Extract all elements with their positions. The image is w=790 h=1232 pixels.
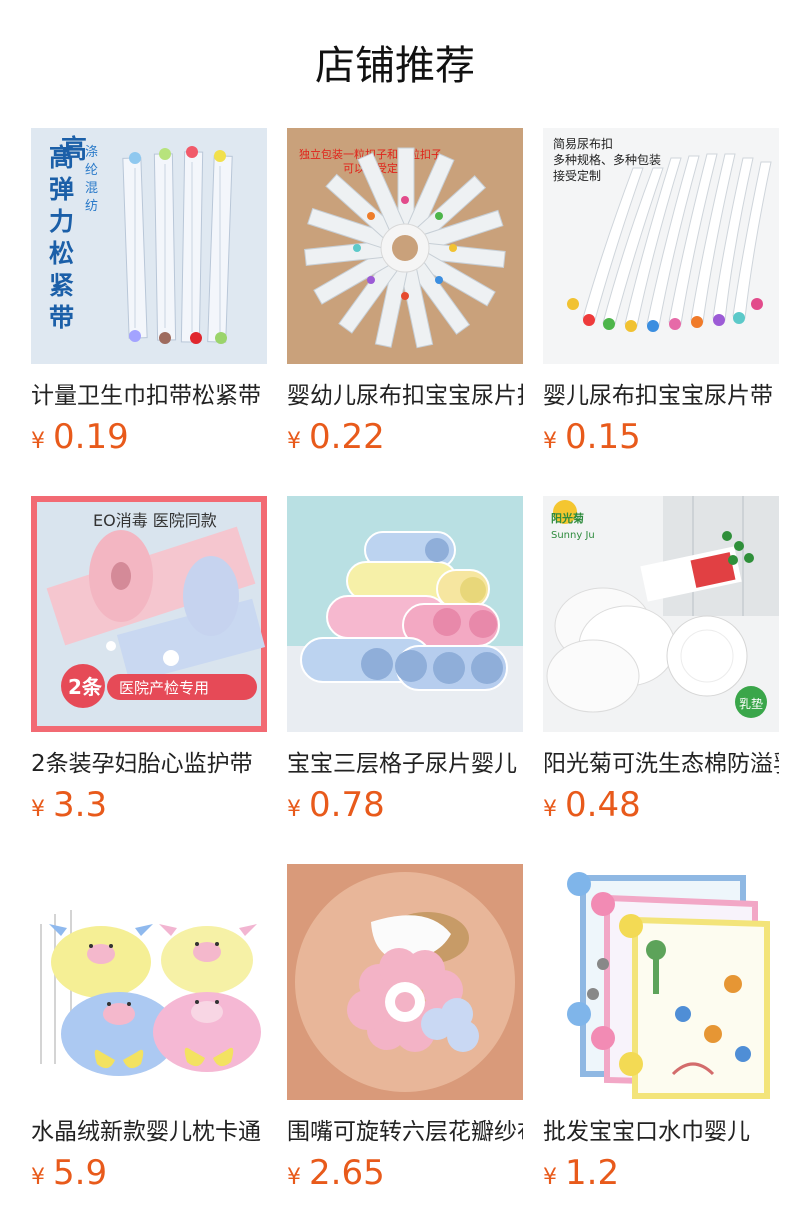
product-name[interactable]: 围嘴可旋转六层花瓣纱布 xyxy=(287,1116,523,1148)
product-card[interactable]: 水晶绒新款婴儿枕卡通 ¥5.9 xyxy=(31,864,267,1194)
price-value: 2.65 xyxy=(309,1153,385,1193)
price-value: 5.9 xyxy=(53,1153,108,1193)
fetal-monitor-belt-image[interactable]: EO消毒 医院同款 2条 医院产检专用 xyxy=(31,496,267,732)
svg-text:EO消毒 医院同款: EO消毒 医院同款 xyxy=(93,511,217,530)
product-price: ¥5.9 xyxy=(31,1152,107,1194)
product-card[interactable]: 阳光菊 Sunny Ju 乳垫 阳光菊可洗生态棉防溢乳垫 ¥0.48 xyxy=(543,496,779,826)
product-price: ¥0.19 xyxy=(31,416,129,458)
diaper-straps-hanging-image[interactable]: 简易尿布扣 多种规格、多种包装 接受定制 xyxy=(543,128,779,364)
product-price: ¥0.48 xyxy=(543,784,641,826)
svg-text:阳光菊: 阳光菊 xyxy=(551,511,584,525)
currency-symbol: ¥ xyxy=(31,1165,45,1190)
currency-symbol: ¥ xyxy=(287,1165,301,1190)
svg-text:混: 混 xyxy=(85,181,98,196)
product-price: ¥1.2 xyxy=(543,1152,619,1194)
product-name[interactable]: 阳光菊可洗生态棉防溢乳垫 xyxy=(543,748,779,780)
product-name[interactable]: 婴儿尿布扣宝宝尿片带 xyxy=(543,380,779,412)
product-card[interactable]: EO消毒 医院同款 2条 医院产检专用 2条装孕妇胎心监护带 ¥3.3 xyxy=(31,496,267,826)
currency-symbol: ¥ xyxy=(31,797,45,822)
price-value: 0.15 xyxy=(565,417,641,457)
svg-text:弹: 弹 xyxy=(49,175,74,204)
product-name[interactable]: 婴幼儿尿布扣宝宝尿片扣 xyxy=(287,380,523,412)
product-card[interactable]: 高 高弹力松紧带 涤纶混纺 计量卫生巾扣带松紧带 ¥ 0.19 xyxy=(31,128,267,458)
page-title: 店铺推荐 xyxy=(315,43,475,89)
product-price: ¥2.65 xyxy=(287,1152,385,1194)
bibs-stack-image[interactable] xyxy=(543,864,779,1100)
product-name[interactable]: 2条装孕妇胎心监护带 xyxy=(31,748,267,780)
product-card[interactable]: 简易尿布扣 多种规格、多种包装 接受定制 婴儿尿布扣宝宝尿片带 ¥ 0.15 xyxy=(543,128,779,458)
svg-text:接受定制: 接受定制 xyxy=(553,168,601,183)
svg-text:紧: 紧 xyxy=(49,271,74,300)
svg-text:松: 松 xyxy=(49,239,74,268)
svg-text:纶: 纶 xyxy=(85,163,98,178)
product-card[interactable]: 宝宝三层格子尿片婴儿 ¥0.78 xyxy=(287,496,523,826)
product-name[interactable]: 计量卫生巾扣带松紧带 xyxy=(31,380,267,412)
diaper-buckles-fan-image[interactable]: 独立包装一粒扣子和二粒扣子 可以接受定做 xyxy=(287,128,523,364)
product-name[interactable]: 宝宝三层格子尿片婴儿 xyxy=(287,748,523,780)
product-name[interactable]: 水晶绒新款婴儿枕卡通 xyxy=(31,1116,267,1148)
product-card[interactable]: 围嘴可旋转六层花瓣纱布 ¥2.65 xyxy=(287,864,523,1194)
svg-text:医院产检专用: 医院产检专用 xyxy=(119,679,209,697)
svg-text:纺: 纺 xyxy=(85,199,98,214)
product-name[interactable]: 批发宝宝口水巾婴儿 xyxy=(543,1116,779,1148)
price-value: 0.78 xyxy=(309,785,385,825)
product-card[interactable]: 独立包装一粒扣子和二粒扣子 可以接受定做 xyxy=(287,128,523,458)
product-price: ¥0.78 xyxy=(287,784,385,826)
svg-text:Sunny Ju: Sunny Ju xyxy=(551,530,595,541)
svg-text:2条: 2条 xyxy=(68,675,103,699)
svg-text:高: 高 xyxy=(49,143,74,172)
petal-bibs-image[interactable] xyxy=(287,864,523,1100)
price-value: 1.2 xyxy=(565,1153,620,1193)
svg-text:乳垫: 乳垫 xyxy=(739,696,763,711)
pig-pillows-image[interactable] xyxy=(31,864,267,1100)
cloth-diapers-stack-image[interactable] xyxy=(287,496,523,732)
svg-text:多种规格、多种包装: 多种规格、多种包装 xyxy=(553,152,661,167)
svg-text:涤: 涤 xyxy=(85,145,98,160)
svg-text:带: 带 xyxy=(49,303,74,332)
currency-symbol: ¥ xyxy=(287,429,301,454)
currency-symbol: ¥ xyxy=(31,429,45,454)
price-value: 0.48 xyxy=(565,785,641,825)
nursing-pads-image[interactable]: 阳光菊 Sunny Ju 乳垫 xyxy=(543,496,779,732)
currency-symbol: ¥ xyxy=(543,797,557,822)
product-card[interactable]: 批发宝宝口水巾婴儿 ¥1.2 xyxy=(543,864,779,1194)
currency-symbol: ¥ xyxy=(287,797,301,822)
elastic-belts-image[interactable]: 高 高弹力松紧带 涤纶混纺 xyxy=(31,128,267,364)
price-value: 0.19 xyxy=(53,417,129,457)
price-value: 0.22 xyxy=(309,417,385,457)
price-value: 3.3 xyxy=(53,785,108,825)
product-price: ¥3.3 xyxy=(31,784,107,826)
currency-symbol: ¥ xyxy=(543,1165,557,1190)
product-price: ¥0.22 xyxy=(287,416,385,458)
svg-text:简易尿布扣: 简易尿布扣 xyxy=(553,137,613,151)
currency-symbol: ¥ xyxy=(543,429,557,454)
svg-text:力: 力 xyxy=(49,207,74,236)
product-price: ¥0.15 xyxy=(543,416,641,458)
